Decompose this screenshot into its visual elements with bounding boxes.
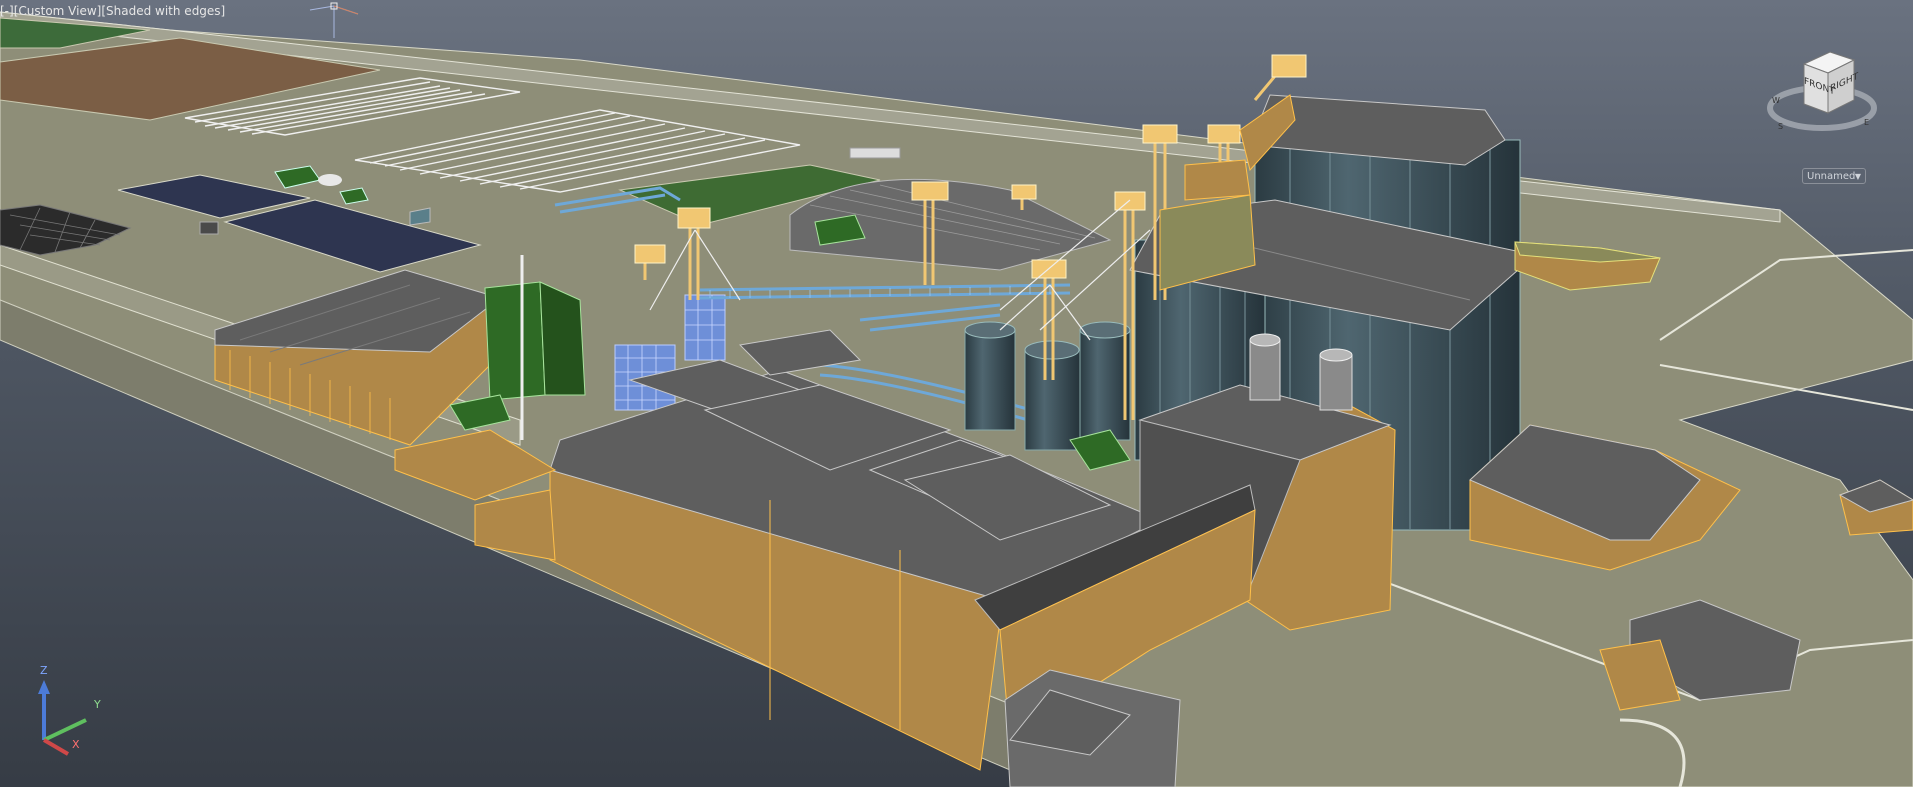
ucs-y-label: Y [94, 698, 101, 711]
chevron-down-icon: ▼ [1854, 172, 1861, 181]
viewport-label-bar: [-][Custom View][Shaded with edges] [0, 4, 225, 18]
named-view-dropdown[interactable]: Unnamed ▼ [1802, 168, 1866, 184]
ucs-icon: Z Y X [28, 664, 108, 760]
compass-west-label[interactable]: W [1772, 96, 1780, 105]
model-viewport[interactable] [0, 0, 1913, 787]
viewcube[interactable]: FRONT RIGHT W S E [1764, 46, 1878, 146]
ucs-z-label: Z [40, 664, 48, 677]
named-view-value: Unnamed [1807, 171, 1856, 182]
small-hut-right [1838, 479, 1913, 536]
ucs-x-label: X [72, 738, 80, 751]
top-axis-marker [300, 0, 360, 40]
view-controls-menu[interactable]: [Custom View] [14, 4, 102, 18]
compass-south-label[interactable]: S [1778, 122, 1783, 131]
viewport-controls-menu[interactable]: [-] [0, 4, 14, 18]
compass-east-label[interactable]: E [1864, 118, 1869, 127]
truck [849, 147, 901, 159]
visual-style-menu[interactable]: [Shaded with edges] [101, 4, 225, 18]
